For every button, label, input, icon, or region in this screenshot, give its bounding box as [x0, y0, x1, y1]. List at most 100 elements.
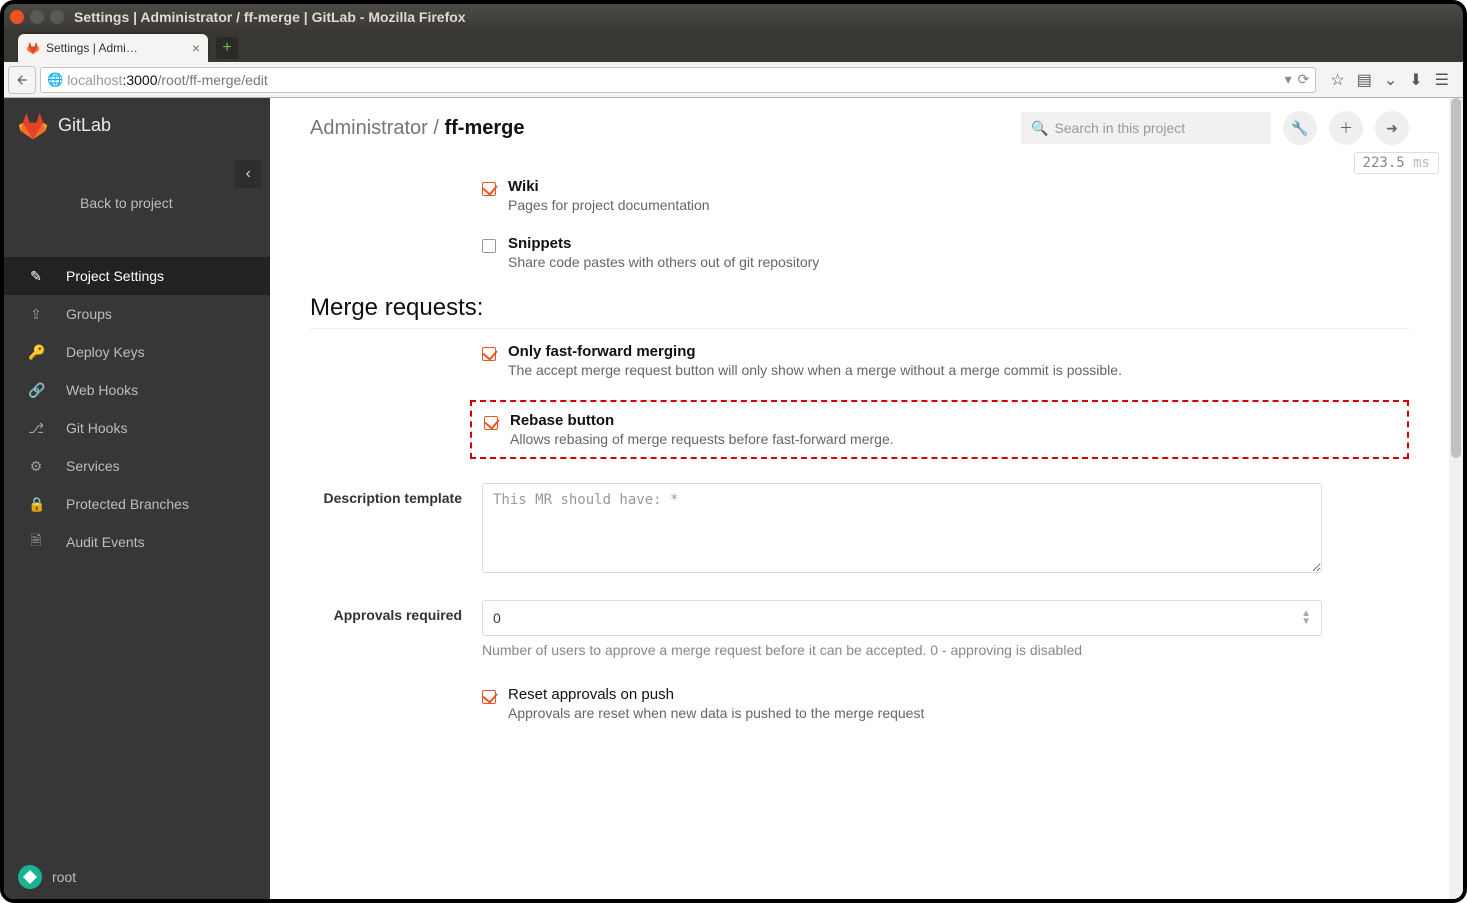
feature-snippets-option: Snippets Share code pastes with others o…	[482, 235, 1409, 270]
pencil-square-icon: ✎	[28, 268, 44, 285]
approvals-required-input[interactable]: 0 ▲▼	[482, 600, 1322, 636]
gitlab-sidebar: GitLab Back to project ✎ Project Settings…	[4, 98, 270, 899]
sidebar-item-label: Web Hooks	[66, 382, 138, 398]
browser-tab[interactable]: Settings | Admi… ×	[18, 34, 208, 62]
breadcrumb: Administrator / ff-merge	[310, 117, 525, 140]
browser-tab-strip: Settings | Admi… × +	[4, 30, 1463, 62]
sidebar-item-project-settings[interactable]: ✎ Project Settings	[4, 257, 270, 295]
sidebar-item-web-hooks[interactable]: 🔗 Web Hooks	[4, 371, 270, 409]
sidebar-item-label: Groups	[66, 306, 112, 322]
new-item-button[interactable]: ＋	[1329, 111, 1363, 145]
site-identity-icon[interactable]: 🌐	[47, 72, 63, 88]
wiki-label: Wiki	[508, 178, 710, 195]
link-icon: 🔗	[28, 382, 44, 399]
only-ff-label: Only fast-forward merging	[508, 343, 1122, 360]
wrench-icon: 🔧	[1291, 120, 1308, 137]
reload-icon[interactable]: ⟳	[1298, 71, 1310, 88]
highlight-annotation: Rebase button Allows rebasing of merge r…	[470, 400, 1409, 459]
reader-view-icon[interactable]: ▤	[1357, 70, 1372, 90]
sidebar-item-label: Services	[66, 458, 120, 474]
approvals-hint: Number of users to approve a merge reque…	[482, 642, 1322, 658]
breadcrumb-parent[interactable]: Administrator	[310, 117, 428, 139]
page-scrollbar[interactable]	[1449, 98, 1463, 899]
tab-close-icon[interactable]: ×	[192, 40, 200, 56]
avatar-icon	[18, 865, 42, 889]
window-titlebar: Settings | Administrator / ff-merge | Gi…	[4, 4, 1463, 30]
sidebar-item-label: Git Hooks	[66, 420, 127, 436]
feature-wiki-option: Wiki Pages for project documentation	[482, 178, 1409, 213]
approvals-required-label: Approvals required	[310, 600, 482, 624]
sidebar-item-services[interactable]: ⚙ Services	[4, 447, 270, 485]
description-template-label: Description template	[310, 483, 482, 507]
sidebar-item-audit-events[interactable]: 🗎 Audit Events	[4, 523, 270, 561]
window-title: Settings | Administrator / ff-merge | Gi…	[74, 9, 466, 25]
gitlab-logo-icon[interactable]	[18, 111, 48, 141]
browser-tab-label: Settings | Admi…	[46, 41, 186, 55]
reset-approvals-description: Approvals are reset when new data is pus…	[508, 705, 924, 721]
wiki-description: Pages for project documentation	[508, 197, 710, 213]
window-close-button[interactable]	[10, 10, 24, 24]
git-icon: ⎇	[28, 420, 44, 437]
url-bar[interactable]: 🌐 localhost:3000/root/ff-merge/edit ▾ ⟳	[40, 67, 1316, 93]
file-text-icon: 🗎	[28, 530, 44, 554]
gitlab-favicon-icon	[26, 41, 40, 55]
plus-icon: ＋	[1339, 118, 1353, 138]
sign-out-button[interactable]: ➜	[1375, 111, 1409, 145]
rebase-option: Rebase button Allows rebasing of merge r…	[484, 412, 1407, 447]
cogs-icon: ⚙	[28, 458, 44, 475]
sidebar-item-git-hooks[interactable]: ⎇ Git Hooks	[4, 409, 270, 447]
only-ff-checkbox[interactable]	[482, 347, 496, 361]
bookmark-star-icon[interactable]: ☆	[1330, 70, 1344, 90]
username-label: root	[52, 869, 76, 885]
snippets-label: Snippets	[508, 235, 819, 252]
sign-out-icon: ➜	[1386, 120, 1398, 137]
search-icon: 🔍	[1031, 120, 1048, 137]
breadcrumb-current[interactable]: ff-merge	[444, 117, 524, 139]
sidebar-item-label: Protected Branches	[66, 496, 189, 512]
sidebar-item-label: Audit Events	[66, 534, 145, 550]
hamburger-menu-icon[interactable]: ☰	[1435, 70, 1449, 90]
search-placeholder: Search in this project	[1054, 120, 1185, 136]
sidebar-item-label: Deploy Keys	[66, 344, 145, 360]
window-maximize-button[interactable]	[50, 10, 64, 24]
reset-approvals-option: Reset approvals on push Approvals are re…	[482, 686, 1409, 721]
sidebar-item-label: Project Settings	[66, 268, 164, 284]
reset-approvals-label: Reset approvals on push	[508, 686, 924, 703]
sidebar-item-deploy-keys[interactable]: 🔑 Deploy Keys	[4, 333, 270, 371]
nav-back-button[interactable]	[8, 66, 36, 94]
rebase-description: Allows rebasing of merge requests before…	[510, 431, 894, 447]
pocket-icon[interactable]: ⌄	[1384, 70, 1397, 90]
brand-name[interactable]: GitLab	[58, 115, 111, 136]
new-tab-button[interactable]: +	[216, 37, 238, 59]
reset-approvals-checkbox[interactable]	[482, 690, 496, 704]
share-icon: ⇪	[28, 306, 44, 323]
arrow-left-icon	[15, 73, 29, 87]
rebase-label: Rebase button	[510, 412, 894, 429]
browser-toolbar: 🌐 localhost:3000/root/ff-merge/edit ▾ ⟳ …	[4, 62, 1463, 98]
wiki-checkbox[interactable]	[482, 182, 496, 196]
snippets-description: Share code pastes with others out of git…	[508, 254, 819, 270]
window-minimize-button[interactable]	[30, 10, 44, 24]
url-text: localhost:3000/root/ff-merge/edit	[67, 72, 268, 88]
approvals-value: 0	[493, 610, 501, 626]
description-template-textarea[interactable]	[482, 483, 1322, 573]
dropdown-history-icon[interactable]: ▾	[1285, 71, 1292, 88]
current-user[interactable]: root	[18, 865, 76, 889]
sidebar-item-protected-branches[interactable]: 🔒 Protected Branches	[4, 485, 270, 523]
chevron-left-icon	[243, 169, 253, 179]
sidebar-collapse-button[interactable]	[234, 160, 262, 188]
back-to-project-link[interactable]: Back to project	[4, 183, 270, 223]
project-search-input[interactable]: 🔍 Search in this project	[1021, 112, 1271, 144]
number-spinner-icon[interactable]: ▲▼	[1301, 610, 1311, 626]
rebase-checkbox[interactable]	[484, 416, 498, 430]
only-ff-description: The accept merge request button will onl…	[508, 362, 1122, 378]
lock-icon: 🔒	[28, 496, 44, 513]
downloads-icon[interactable]: ⬇	[1409, 70, 1422, 90]
admin-wrench-button[interactable]: 🔧	[1283, 111, 1317, 145]
only-ff-option: Only fast-forward merging The accept mer…	[482, 343, 1409, 378]
scrollbar-thumb[interactable]	[1451, 98, 1461, 458]
key-icon: 🔑	[28, 344, 44, 361]
sidebar-item-groups[interactable]: ⇪ Groups	[4, 295, 270, 333]
performance-badge[interactable]: 223.5 ms	[1354, 152, 1439, 174]
snippets-checkbox[interactable]	[482, 239, 496, 253]
